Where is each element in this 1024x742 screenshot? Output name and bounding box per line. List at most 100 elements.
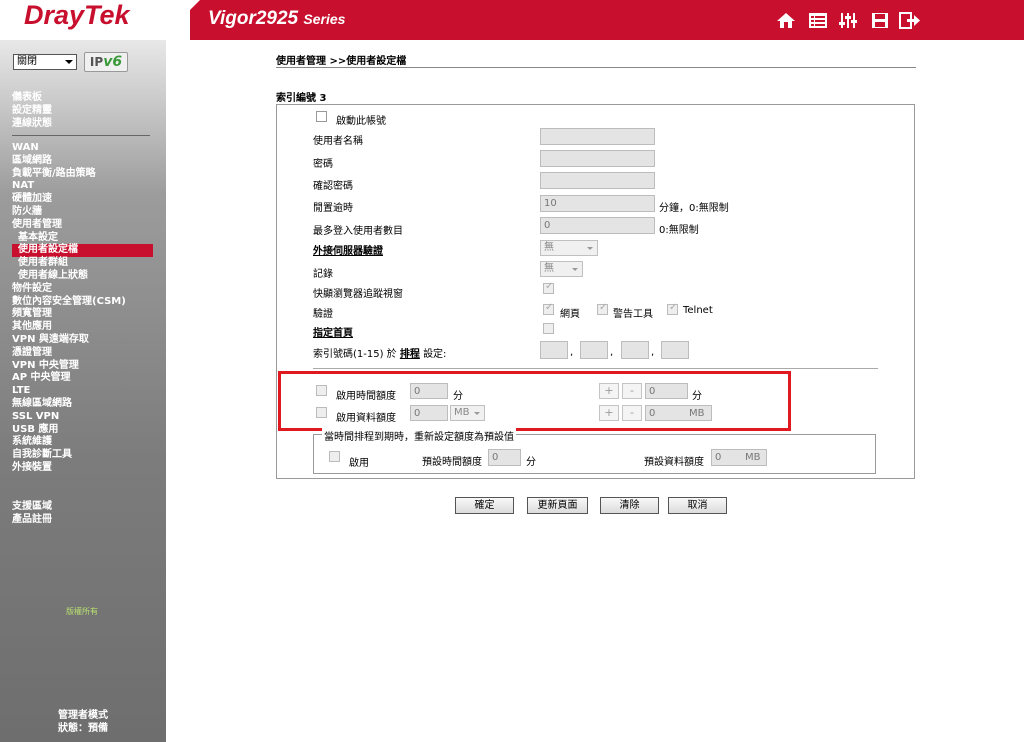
username-label: 使用者名稱 (313, 136, 363, 147)
default-data-unit: MB (742, 449, 767, 466)
breadcrumb-divider (276, 67, 916, 68)
home-icon[interactable] (776, 12, 796, 29)
password-label: 密碼 (313, 159, 333, 170)
sliders-icon[interactable] (838, 12, 858, 29)
max-login-unit: 0:無限制 (659, 225, 699, 236)
nav-load-balance[interactable]: 負載平衡/路由策略 (12, 168, 153, 181)
nav-ssl-vpn[interactable]: SSL VPN (12, 411, 153, 424)
nav-csm[interactable]: 數位內容安全管理(CSM) (12, 296, 153, 309)
logout-icon[interactable] (899, 12, 921, 29)
popup-window-label: 快顯瀏覽器追蹤視窗 (313, 289, 403, 300)
nav-wan[interactable]: WAN (12, 142, 153, 155)
refresh-button[interactable]: 更新頁面 (527, 497, 588, 514)
clear-button[interactable]: 清除 (600, 497, 659, 514)
nav-wizard[interactable]: 設定精靈 (12, 105, 52, 118)
schedule-index-1[interactable] (540, 341, 568, 359)
max-login-label: 最多登入使用者數目 (313, 226, 403, 237)
auth-alert-label: 警告工具 (613, 309, 653, 320)
schedule-index-4[interactable] (661, 341, 689, 359)
reset-quota-legend: 當時間排程到期時，重新設定額度為預設值 (322, 428, 516, 443)
nav-central-ap[interactable]: AP 中央管理 (12, 372, 153, 385)
nav-online-status[interactable]: 連線狀態 (12, 118, 52, 131)
enable-account-label: 啟動此帳號 (336, 116, 386, 127)
nav-group-dashboard: 儀表板 設定精靈 連線狀態 (12, 92, 52, 130)
popup-window-checkbox[interactable] (543, 281, 554, 294)
nav-hw-accel[interactable]: 硬體加速 (12, 193, 153, 206)
default-data-label: 預設資料額度 (644, 457, 704, 468)
copyright-text: 版權所有 (66, 607, 98, 616)
schedule-index-3[interactable] (621, 341, 649, 359)
nav-system-maintenance[interactable]: 系統維護 (12, 436, 153, 449)
schedule-index-2[interactable] (580, 341, 608, 359)
landing-page-checkbox[interactable] (543, 323, 554, 334)
external-server-select[interactable]: 無 (540, 240, 598, 256)
product-title: Vigor2925 Series (208, 8, 346, 29)
external-server-link[interactable]: 外接伺服器驗證 (313, 242, 383, 257)
auth-alert-checkbox[interactable] (597, 302, 608, 315)
nav-firewall[interactable]: 防火牆 (12, 206, 153, 219)
list-icon[interactable] (808, 12, 828, 29)
nav-wireless-lan[interactable]: 無線區域網路 (12, 398, 153, 411)
default-data-input[interactable]: 0 (711, 449, 744, 466)
default-time-label: 預設時間額度 (422, 457, 482, 468)
ok-button[interactable]: 確定 (455, 497, 514, 514)
enable-account-checkbox[interactable] (316, 111, 327, 122)
nav-vpn[interactable]: VPN 與遠端存取 (12, 334, 153, 347)
nav-central-vpn[interactable]: VPN 中央管理 (12, 360, 153, 373)
chevron-down-icon (65, 60, 73, 64)
admin-mode-text: 管理者模式 (58, 710, 108, 721)
schedule-link[interactable]: 排程 (400, 349, 420, 360)
highlight-box (278, 371, 791, 431)
landing-page-link[interactable]: 指定首頁 (313, 324, 353, 339)
profile-index-label: 索引編號 3 (276, 93, 327, 104)
ipv6-button[interactable]: IPv6 (84, 52, 128, 72)
nav-diagnostics[interactable]: 自我診斷工具 (12, 449, 153, 462)
header-bar: DrayTek Vigor2925 Series (0, 0, 1024, 40)
password-input[interactable] (540, 150, 655, 167)
nav-usb[interactable]: USB 應用 (12, 424, 153, 437)
reset-enable-checkbox[interactable] (329, 451, 340, 462)
username-input[interactable] (540, 128, 655, 145)
nav-group-main: WAN 區域網路 負載平衡/路由策略 NAT 硬體加速 防火牆 使用者管理 基本… (12, 142, 153, 475)
nav-group-support: 支援區域 產品註冊 (12, 501, 52, 527)
nav-divider (12, 135, 150, 136)
language-select[interactable]: 關閉 (13, 54, 77, 70)
auth-telnet-label: Telnet (683, 305, 713, 316)
nav-bandwidth[interactable]: 頻寬管理 (12, 308, 153, 321)
nav-objects[interactable]: 物件設定 (12, 283, 153, 296)
default-time-input[interactable]: 0 (488, 449, 521, 466)
idle-timeout-input[interactable]: 10 (540, 195, 655, 212)
nav-user-online-status[interactable]: 使用者線上狀態 (12, 270, 153, 283)
max-login-input[interactable]: 0 (540, 217, 655, 234)
admin-status: 管理者模式 狀態：預備 (0, 710, 166, 735)
schedule-prefix: 索引號碼(1-15) 於 排程 設定: (313, 349, 447, 360)
nav-certificate[interactable]: 憑證管理 (12, 347, 153, 360)
nav-external-devices[interactable]: 外接裝置 (12, 462, 153, 475)
auth-web-label: 網頁 (560, 309, 580, 320)
auth-web-checkbox[interactable] (543, 302, 554, 315)
nav-applications[interactable]: 其他應用 (12, 321, 153, 334)
nav-dashboard[interactable]: 儀表板 (12, 92, 52, 105)
save-icon[interactable] (870, 12, 890, 29)
idle-timeout-unit: 分鐘，0:無限制 (659, 203, 729, 214)
reset-enable-label: 啟用 (349, 458, 369, 469)
nav-lte[interactable]: LTE (12, 385, 153, 398)
confirm-password-input[interactable] (540, 172, 655, 189)
nav-lan[interactable]: 區域網路 (12, 155, 153, 168)
log-label: 記錄 (313, 269, 333, 280)
nav-user-group[interactable]: 使用者群組 (12, 257, 153, 270)
breadcrumb: 使用者管理 >>使用者設定檔 (276, 56, 407, 67)
nav-general-setup[interactable]: 基本設定 (12, 232, 153, 245)
nav-user-profile[interactable]: 使用者設定檔 (12, 244, 153, 258)
nav-product-registration[interactable]: 產品註冊 (12, 514, 52, 527)
authentication-label: 驗證 (313, 309, 333, 320)
confirm-password-label: 確認密碼 (313, 181, 353, 192)
draytek-logo: DrayTek (24, 0, 130, 30)
idle-timeout-label: 閒置逾時 (313, 203, 353, 214)
nav-user-management[interactable]: 使用者管理 (12, 219, 153, 232)
nav-nat[interactable]: NAT (12, 180, 153, 193)
nav-support-area[interactable]: 支援區域 (12, 501, 52, 514)
auth-telnet-checkbox[interactable] (667, 302, 678, 315)
log-select[interactable]: 無 (540, 261, 583, 277)
cancel-button[interactable]: 取消 (668, 497, 727, 514)
